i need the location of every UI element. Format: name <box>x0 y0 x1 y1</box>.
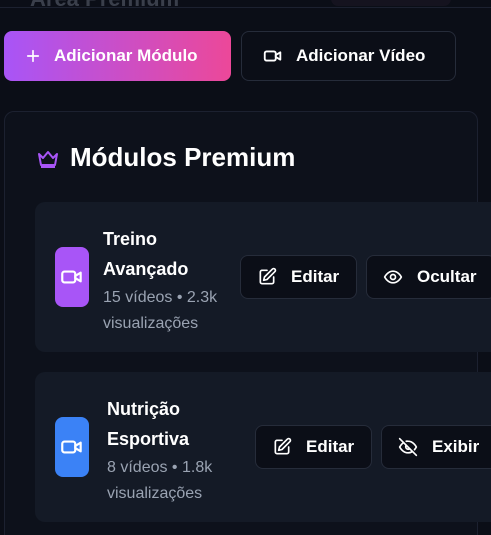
add-module-label: Adicionar Módulo <box>54 46 198 65</box>
module-stats: 15 vídeos • 2.3k <box>103 289 218 306</box>
module-name: Nutrição <box>107 399 181 419</box>
edit-label: Editar <box>306 437 355 456</box>
hide-label: Ocultar <box>417 267 477 286</box>
module-stats-line2: visualizações <box>107 485 203 502</box>
eye-off-icon <box>398 437 418 457</box>
eye-icon <box>383 270 403 284</box>
hide-button[interactable]: Ocultar <box>366 255 491 299</box>
module-stats-line2: visualizações <box>103 315 199 332</box>
add-video-button[interactable]: Adicionar Vídeo <box>241 31 456 81</box>
show-button[interactable]: Exibir <box>381 425 491 469</box>
module-card: Treino Avançado 15 vídeos • 2.3k visuali… <box>35 202 491 352</box>
module-info: Nutrição Esportiva 8 vídeos • 1.8k visua… <box>107 394 252 506</box>
edit-icon <box>274 437 292 455</box>
show-label: Exibir <box>432 437 480 456</box>
module-icon-tile <box>55 247 89 307</box>
add-module-button[interactable]: Adicionar Módulo <box>4 31 231 81</box>
plus-icon <box>26 49 40 63</box>
header-decoration <box>331 0 451 6</box>
module-stats: 8 vídeos • 1.8k <box>107 459 213 476</box>
section-title: Módulos Premium <box>70 142 296 172</box>
add-video-label: Adicionar Vídeo <box>296 46 426 65</box>
module-name-line2: Avançado <box>103 259 189 279</box>
module-name-line2: Esportiva <box>107 429 190 449</box>
premium-area-page: Área Premium Adicionar Módulo Adicionar … <box>0 0 491 535</box>
module-icon-tile <box>55 417 89 477</box>
video-icon <box>61 440 82 454</box>
video-icon <box>61 270 82 284</box>
edit-button[interactable]: Editar <box>240 255 357 299</box>
edit-button[interactable]: Editar <box>255 425 372 469</box>
module-card: Nutrição Esportiva 8 vídeos • 1.8k visua… <box>35 372 491 522</box>
video-icon <box>263 50 282 62</box>
edit-icon <box>259 267 277 285</box>
crown-icon <box>38 150 58 168</box>
panel-heading: Módulos Premium <box>36 142 295 173</box>
page-title: Área Premium <box>30 0 179 12</box>
edit-label: Editar <box>291 267 340 286</box>
module-info: Treino Avançado 15 vídeos • 2.3k visuali… <box>103 224 248 336</box>
header-divider <box>0 7 491 8</box>
module-name: Treino <box>103 229 158 249</box>
